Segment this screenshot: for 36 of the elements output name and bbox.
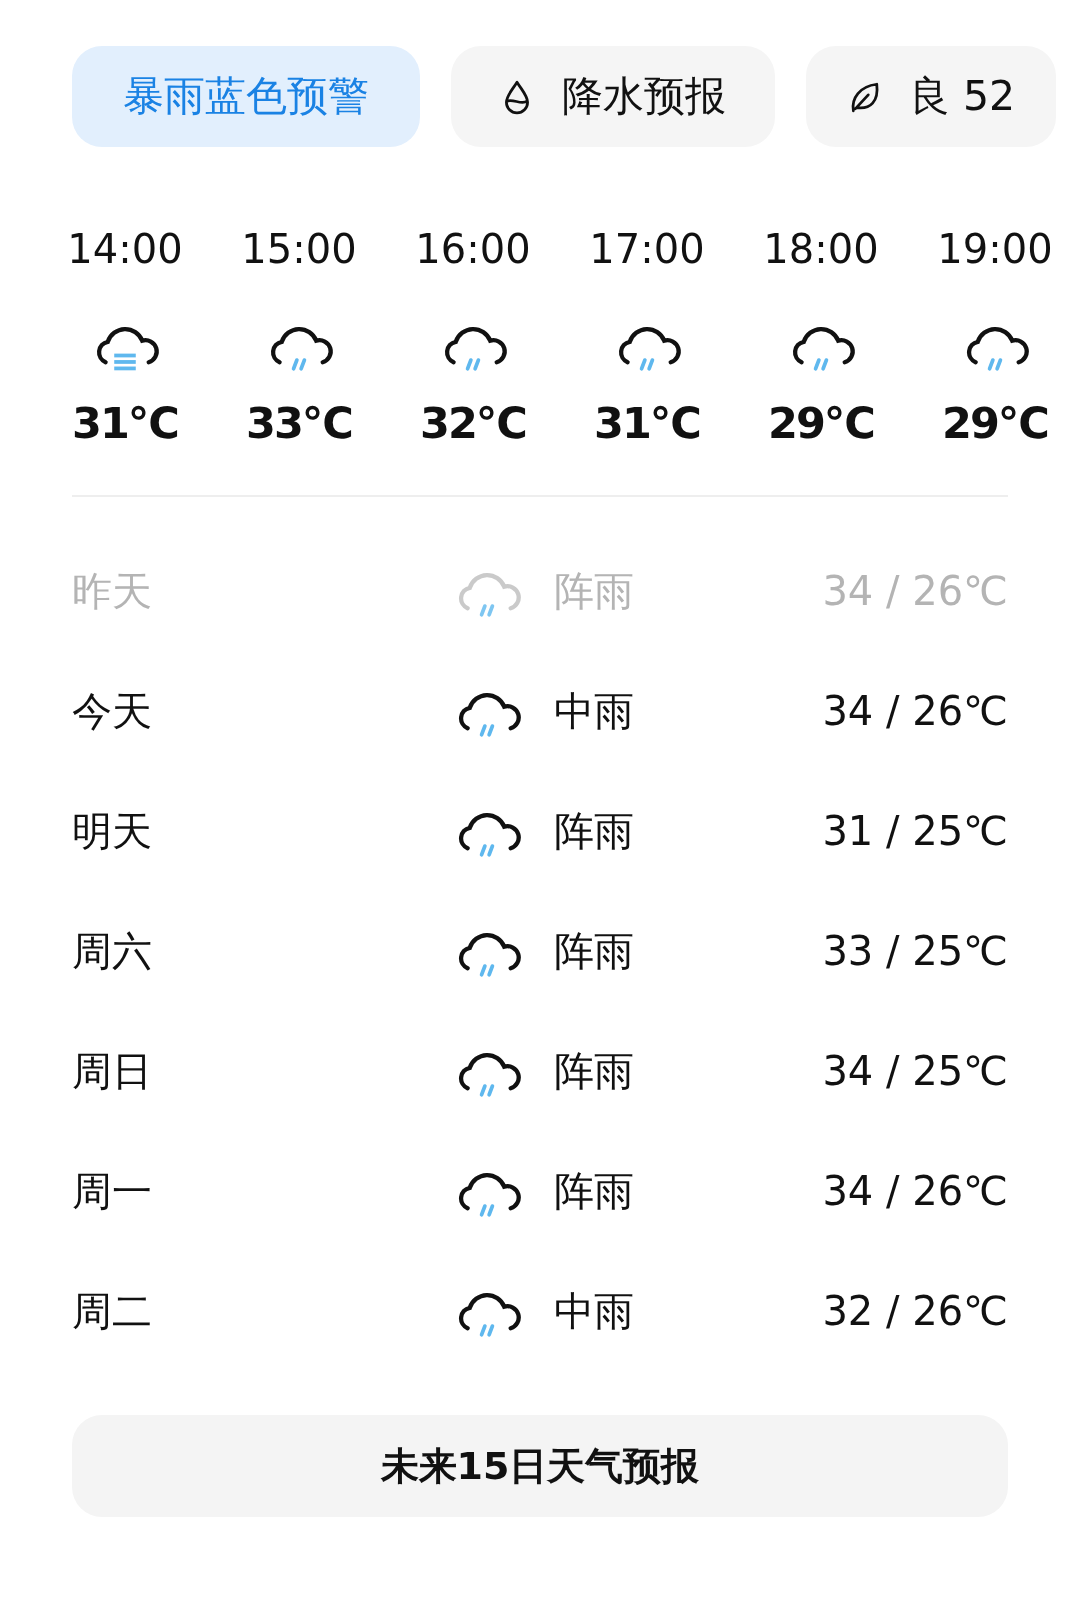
weather-condition: 中雨 xyxy=(554,686,635,736)
day-label: 周一 xyxy=(72,1166,153,1216)
temperature-range: 34 / 25℃ xyxy=(822,1048,1008,1094)
hour-temperature: 31℃ xyxy=(594,397,700,449)
weather-condition: 阵雨 xyxy=(554,566,635,616)
temperature-range: 33 / 25℃ xyxy=(822,928,1008,974)
day-label: 周六 xyxy=(72,926,153,976)
chip-button[interactable]: 降水预报 xyxy=(451,46,775,147)
temperature-range: 31 / 25℃ xyxy=(822,808,1008,854)
hour-time: 18:00 xyxy=(763,225,879,273)
weather-condition: 阵雨 xyxy=(554,1166,635,1216)
temperature-range: 34 / 26℃ xyxy=(822,568,1008,614)
hour-temperature: 31℃ xyxy=(72,397,178,449)
temperature-range: 34 / 26℃ xyxy=(822,1168,1008,1214)
hour-temperature: 33℃ xyxy=(246,397,352,449)
hour-time: 19:00 xyxy=(937,225,1053,273)
weather-condition: 中雨 xyxy=(554,1286,635,1336)
hour-time: 17:00 xyxy=(589,225,705,273)
day-label: 周二 xyxy=(72,1286,153,1336)
hour-time: 15:00 xyxy=(241,225,357,273)
day-label: 昨天 xyxy=(72,566,153,616)
temperature-range: 34 / 26℃ xyxy=(822,688,1008,734)
weather-condition: 阵雨 xyxy=(554,926,635,976)
weather-condition: 阵雨 xyxy=(554,1046,635,1096)
hour-temperature: 29℃ xyxy=(942,397,1048,449)
chip-button[interactable]: 良 52 xyxy=(806,46,1056,147)
day-label: 周日 xyxy=(72,1046,153,1096)
hour-temperature: 29℃ xyxy=(768,397,874,449)
hour-temperature: 32℃ xyxy=(420,397,526,449)
forecast-button[interactable]: 未来15日天气预报 xyxy=(72,1415,1008,1517)
weather-condition: 阵雨 xyxy=(554,806,635,856)
hour-time: 16:00 xyxy=(415,225,531,273)
day-label: 明天 xyxy=(72,806,153,856)
hour-time: 14:00 xyxy=(67,225,183,273)
day-label: 今天 xyxy=(72,686,153,736)
temperature-range: 32 / 26℃ xyxy=(822,1288,1008,1334)
